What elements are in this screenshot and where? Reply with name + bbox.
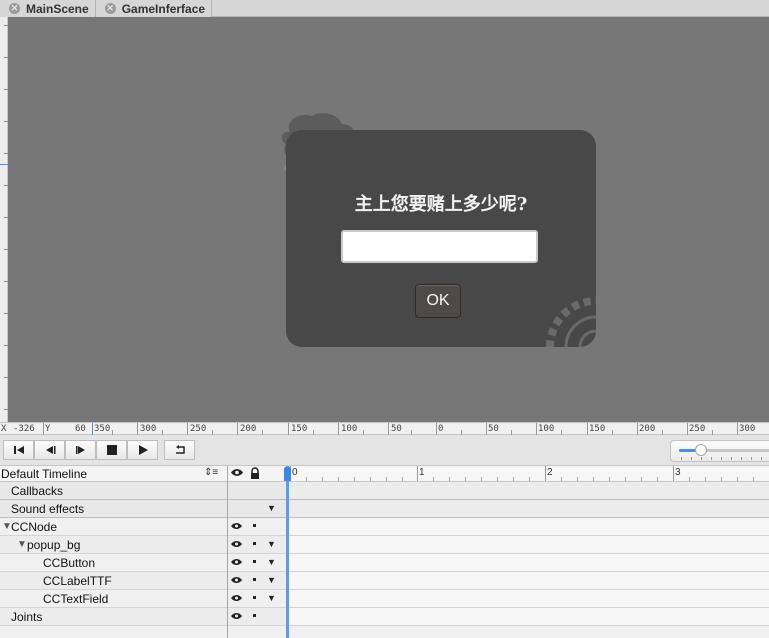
y-coord-label: Y (45, 424, 51, 434)
tab-mainscene[interactable]: ✕ MainScene (0, 0, 96, 17)
time-label: 3 (675, 467, 681, 478)
tab-label: GameInferface (121, 1, 206, 16)
ruler-tick-label: 200 (240, 424, 257, 434)
visibility-eye-icon[interactable] (231, 558, 242, 566)
timeline-row-joints[interactable]: Joints (0, 608, 769, 626)
close-tab-icon[interactable]: ✕ (9, 3, 20, 14)
y-coord-value: 60 (75, 424, 86, 434)
horizontal-ruler: X -326 Y 60 350 300 250 200 150 100 50 0… (0, 422, 769, 435)
time-label: 2 (547, 467, 553, 478)
bet-amount-input[interactable] (341, 230, 538, 263)
timeline-empty-row (0, 626, 769, 638)
visibility-column-eye-icon (231, 469, 243, 476)
popup-title: 主上您要赌上多少呢? (354, 194, 528, 215)
playback-toolbar (0, 435, 769, 466)
play-icon (138, 445, 148, 455)
step-back-icon (45, 446, 55, 454)
ruler-tick-label: 250 (689, 424, 706, 434)
timeline-time-scale[interactable]: 0 1 2 3 (288, 466, 769, 482)
step-back-button[interactable] (34, 440, 65, 460)
timeline-selector[interactable]: Default Timeline (1, 467, 87, 481)
timeline-row-sound-effects[interactable]: Sound effects ▼ (0, 500, 769, 518)
ruler-tick-label: 100 (538, 424, 555, 434)
stop-button[interactable] (96, 440, 127, 460)
timeline-row-ccbutton[interactable]: CCButton ▼ (0, 554, 769, 572)
vertical-ruler (0, 17, 8, 422)
lock-dot[interactable] (253, 596, 256, 599)
ruler-tick-label: 300 (140, 424, 157, 434)
ruler-tick-label: 250 (190, 424, 207, 434)
ruler-tick-label: 0 (438, 424, 444, 434)
time-label: 0 (292, 467, 298, 478)
jump-to-start-button[interactable] (3, 440, 34, 460)
ruler-tick-label: 150 (291, 424, 308, 434)
visibility-eye-icon[interactable] (231, 522, 242, 530)
step-forward-button[interactable] (65, 440, 96, 460)
step-forward-icon (75, 446, 85, 454)
loop-button[interactable] (164, 440, 195, 460)
expand-arrow-icon[interactable]: ▼ (267, 575, 276, 585)
timeline-zoom-slider[interactable] (670, 440, 769, 462)
row-label: Sound effects (11, 502, 85, 516)
lock-dot[interactable] (253, 542, 256, 545)
row-label: CCLabelTTF (43, 574, 112, 588)
ruler-tick-label: 350 (94, 424, 111, 434)
stop-icon (106, 445, 117, 455)
ruler-tick-label: 50 (391, 424, 402, 434)
x-coord-value: -326 (13, 424, 35, 434)
timeline-row-ccnode[interactable]: ▼ CCNode (0, 518, 769, 536)
ruler-tick-label: 200 (639, 424, 656, 434)
timeline-row-cclabelttf[interactable]: CCLabelTTF ▼ (0, 572, 769, 590)
row-label: CCButton (43, 556, 96, 570)
loop-icon (175, 445, 185, 454)
lock-dot[interactable] (253, 614, 256, 617)
visibility-eye-icon[interactable] (231, 612, 242, 620)
timeline-menu-icon[interactable]: ⇕≡ (204, 467, 218, 478)
gear-decoration (546, 297, 596, 347)
document-tab-bar: ✕ MainScene ✕ GameInferface (0, 0, 769, 17)
ruler-tick-label: 150 (589, 424, 606, 434)
lock-dot[interactable] (253, 560, 256, 563)
timeline-row-popup-bg[interactable]: ▼ popup_bg ▼ (0, 536, 769, 554)
timeline-playhead[interactable] (286, 466, 289, 638)
ok-button[interactable]: OK (415, 284, 461, 318)
skip-start-icon (13, 446, 24, 454)
expand-arrow-icon[interactable]: ▼ (267, 593, 276, 603)
row-label: CCNode (11, 520, 58, 534)
lock-dot[interactable] (253, 578, 256, 581)
zoom-slider-knob[interactable] (695, 444, 707, 456)
visibility-eye-icon[interactable] (231, 594, 242, 602)
expand-arrow-icon[interactable]: ▼ (267, 503, 276, 513)
ruler-tick-label: 100 (341, 424, 358, 434)
ruler-tick-label: 50 (488, 424, 499, 434)
play-button[interactable] (127, 440, 158, 460)
disclosure-triangle-icon[interactable]: ▼ (17, 539, 27, 550)
x-coord-label: X (1, 424, 7, 434)
visibility-eye-icon[interactable] (231, 540, 242, 548)
timeline-row-cctextfield[interactable]: CCTextField ▼ (0, 590, 769, 608)
row-label: Callbacks (11, 484, 64, 498)
row-label: Joints (11, 610, 43, 624)
row-label: CCTextField (43, 592, 109, 606)
ruler-tick-label: 300 (739, 424, 756, 434)
row-label: popup_bg (27, 538, 81, 552)
close-tab-icon[interactable]: ✕ (104, 3, 116, 14)
lock-dot[interactable] (253, 524, 256, 527)
time-label: 1 (419, 467, 425, 478)
tab-label: MainScene (26, 1, 89, 16)
playhead-handle[interactable] (284, 467, 291, 481)
expand-arrow-icon[interactable]: ▼ (267, 539, 276, 549)
tab-gameinferface[interactable]: ✕ GameInferface (95, 0, 213, 17)
visibility-eye-icon[interactable] (231, 576, 242, 584)
timeline-row-callbacks[interactable]: Callbacks (0, 482, 769, 500)
lock-column-icon (251, 467, 259, 479)
expand-arrow-icon[interactable]: ▼ (267, 557, 276, 567)
ruler-cursor-marker (0, 164, 8, 165)
